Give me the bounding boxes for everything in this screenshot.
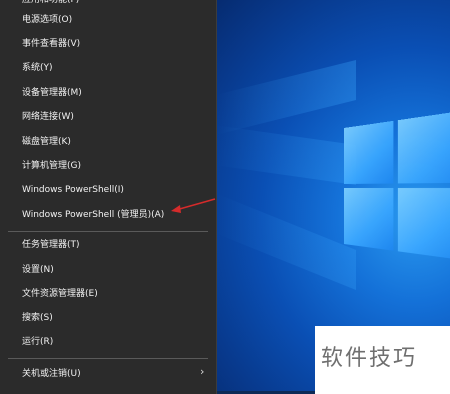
menu-item-settings[interactable]: 设置(N) xyxy=(22,260,54,280)
light-beam xyxy=(216,125,356,185)
menu-item-disk-management[interactable]: 磁盘管理(K) xyxy=(22,132,71,152)
red-arrow-annotation xyxy=(171,198,216,213)
menu-item-task-manager[interactable]: 任务管理器(T) xyxy=(22,235,80,255)
light-beam xyxy=(216,60,356,135)
menu-separator xyxy=(8,358,208,359)
menu-separator xyxy=(8,231,208,232)
menu-item-powershell-admin[interactable]: Windows PowerShell (管理员)(A) xyxy=(22,205,164,225)
menu-item-system[interactable]: 系统(Y) xyxy=(22,58,53,78)
menu-item-file-explorer[interactable]: 文件资源管理器(E) xyxy=(22,284,98,304)
menu-item-computer-management[interactable]: 计算机管理(G) xyxy=(22,156,81,176)
menu-item-search[interactable]: 搜索(S) xyxy=(22,308,53,328)
menu-item-run[interactable]: 运行(R) xyxy=(22,332,53,352)
menu-item-powershell[interactable]: Windows PowerShell(I) xyxy=(22,180,124,200)
menu-item-apps-features[interactable]: 应用和功能(F) xyxy=(22,0,79,10)
watermark-text: 软件技巧 xyxy=(321,346,418,371)
menu-item-network-connections[interactable]: 网络连接(W) xyxy=(22,107,74,127)
menu-item-event-viewer[interactable]: 事件查看器(V) xyxy=(22,34,80,54)
menu-item-power-options[interactable]: 电源选项(O) xyxy=(22,10,72,30)
chevron-right-icon: › xyxy=(200,365,205,378)
light-beam xyxy=(216,193,356,290)
menu-item-device-manager[interactable]: 设备管理器(M) xyxy=(22,83,82,103)
windows-logo-icon xyxy=(344,109,450,267)
watermark: 软件技巧 xyxy=(315,326,450,394)
menu-item-shutdown-signout[interactable]: 关机或注销(U) xyxy=(22,364,81,384)
